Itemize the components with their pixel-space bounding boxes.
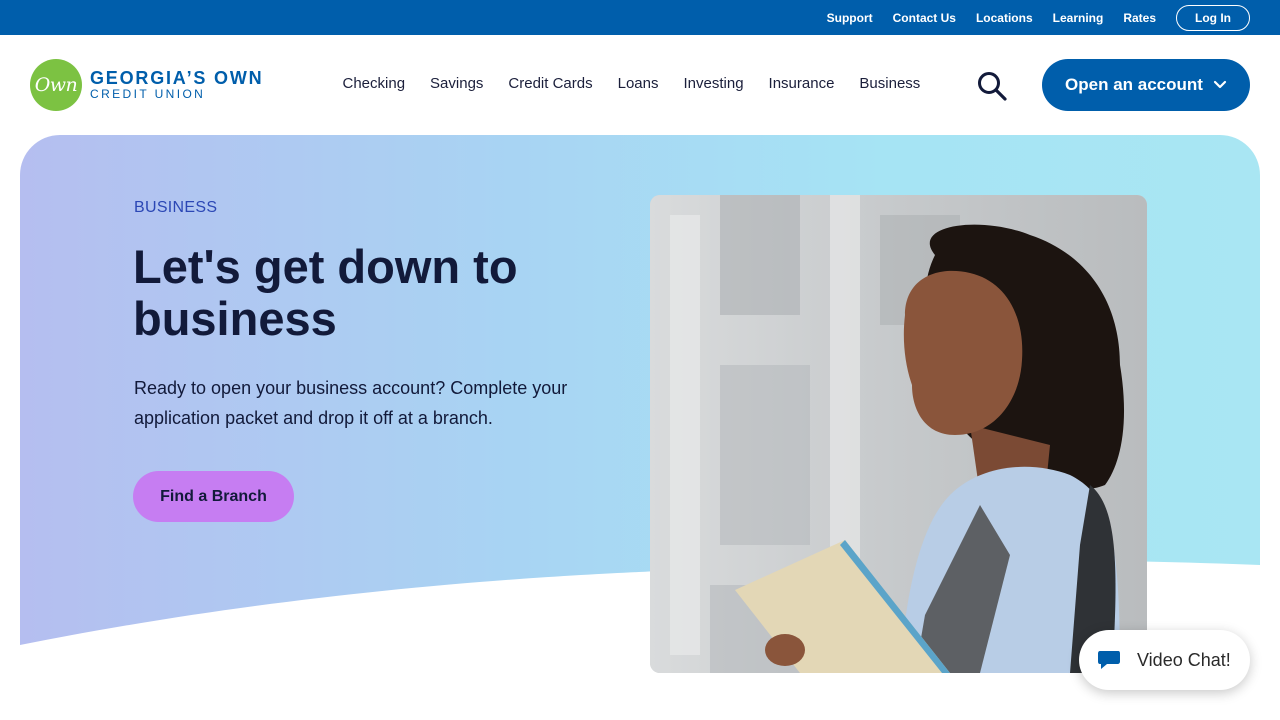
- logo[interactable]: Own GEORGIA’S OWN CREDIT UNION: [30, 59, 263, 111]
- nav-item-checking[interactable]: Checking: [343, 75, 406, 92]
- utility-link-learning[interactable]: Learning: [1053, 11, 1104, 25]
- utility-link-rates[interactable]: Rates: [1123, 11, 1156, 25]
- main-nav: Own GEORGIA’S OWN CREDIT UNION Checking …: [0, 35, 1280, 135]
- primary-nav: Checking Savings Credit Cards Loans Inve…: [330, 75, 933, 92]
- utility-link-contact-us[interactable]: Contact Us: [893, 11, 956, 25]
- logo-name-line2: CREDIT UNION: [90, 86, 206, 101]
- open-account-button[interactable]: Open an account: [1042, 59, 1250, 111]
- chevron-down-icon: [1213, 80, 1227, 89]
- utility-link-locations[interactable]: Locations: [976, 11, 1033, 25]
- hero-subcopy: Ready to open your business account? Com…: [134, 378, 568, 428]
- logo-name-line1: GEORGIA’S OWN: [90, 67, 264, 88]
- video-chat-button[interactable]: Video Chat!: [1079, 630, 1250, 690]
- chat-bubble-icon: [1098, 651, 1120, 669]
- hero-headline: Let's get down to business: [133, 240, 518, 345]
- nav-item-loans[interactable]: Loans: [618, 75, 659, 92]
- nav-item-insurance[interactable]: Insurance: [769, 75, 835, 92]
- login-button[interactable]: Log In: [1176, 4, 1250, 31]
- video-chat-label: Video Chat!: [1137, 649, 1231, 670]
- utility-link-support[interactable]: Support: [827, 11, 873, 25]
- hero-photo-illustration: [650, 195, 1147, 673]
- nav-item-credit-cards[interactable]: Credit Cards: [508, 75, 592, 92]
- nav-item-business[interactable]: Business: [859, 75, 920, 92]
- search-icon[interactable]: [976, 71, 1008, 101]
- nav-item-investing[interactable]: Investing: [684, 75, 744, 92]
- logo-mark: Own: [30, 59, 82, 111]
- logo-wordmark: GEORGIA’S OWN CREDIT UNION: [90, 69, 263, 102]
- hero-photo: [650, 195, 1147, 673]
- open-account-label: Open an account: [1065, 75, 1203, 94]
- utility-bar: Support Contact Us Locations Learning Ra…: [0, 0, 1280, 35]
- hero-eyebrow: BUSINESS: [134, 199, 218, 216]
- find-a-branch-button[interactable]: Find a Branch: [133, 471, 294, 522]
- nav-item-savings[interactable]: Savings: [430, 75, 483, 92]
